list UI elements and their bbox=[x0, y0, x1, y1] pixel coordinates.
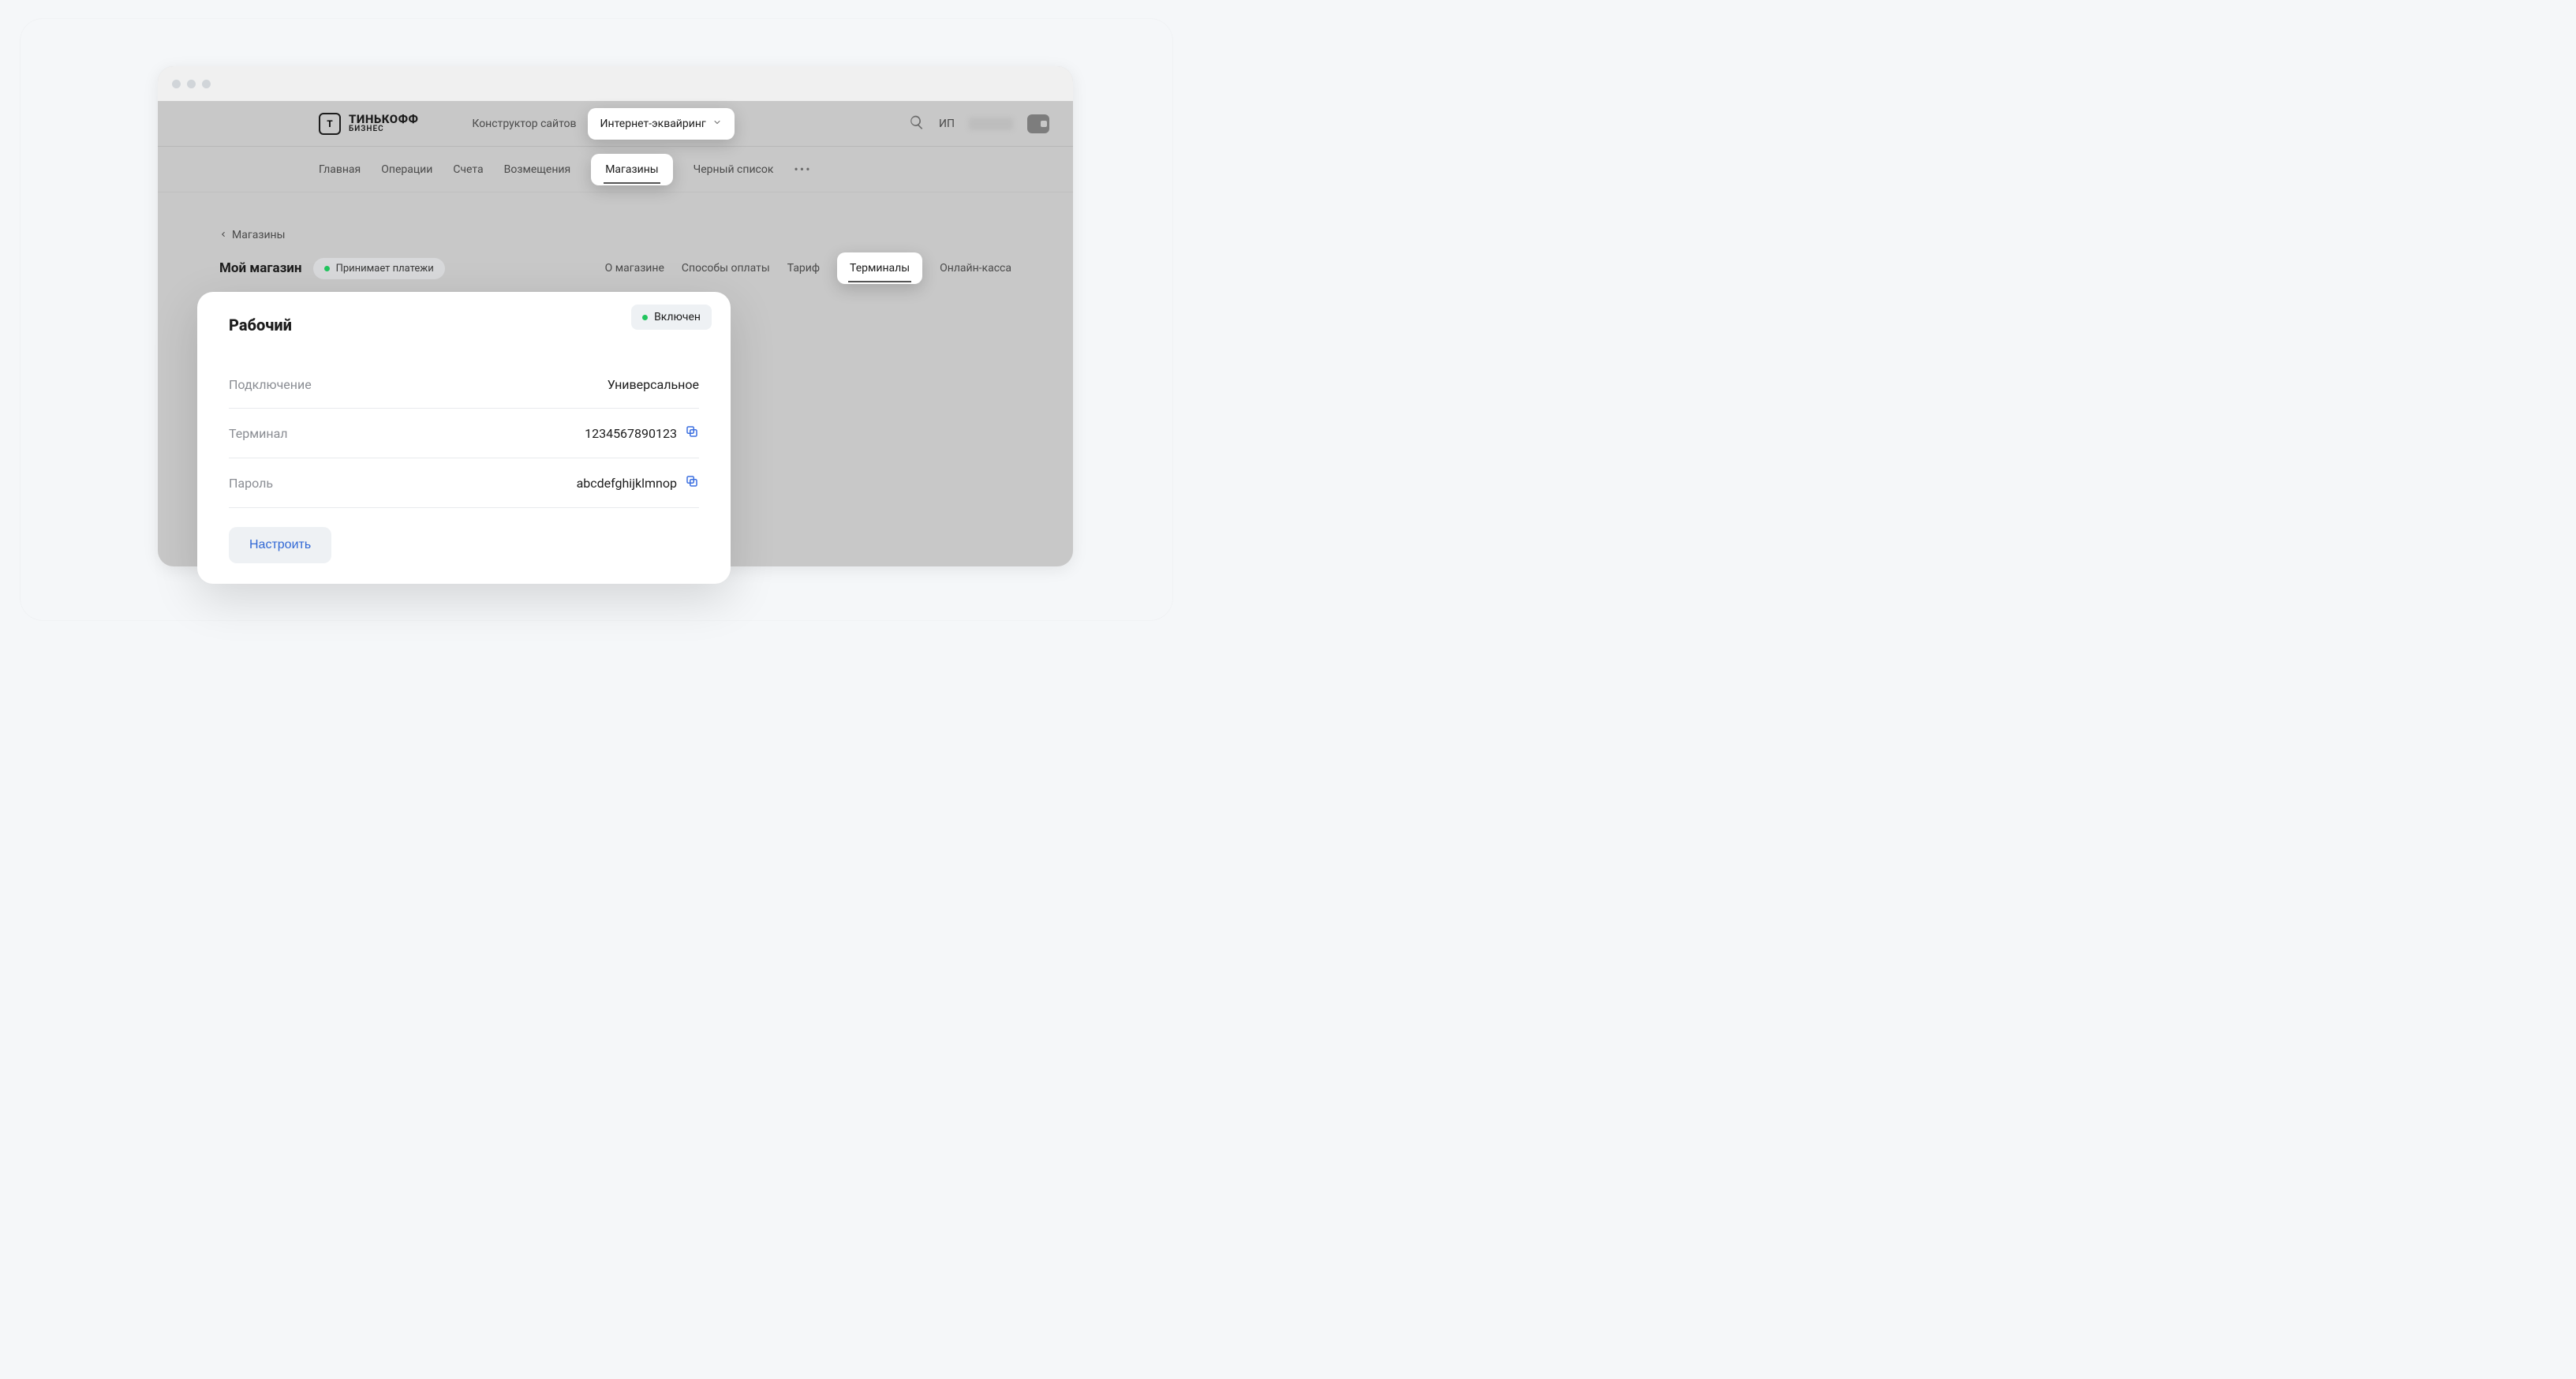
nav-acquiring-dropdown[interactable]: Интернет-эквайринг bbox=[588, 108, 735, 140]
subnav-accounts[interactable]: Счета bbox=[453, 163, 483, 176]
copy-password-icon[interactable] bbox=[685, 474, 699, 491]
status-dot-icon bbox=[324, 266, 330, 271]
connection-label: Подключение bbox=[229, 377, 312, 392]
terminal-card-title: Рабочий bbox=[229, 316, 699, 334]
topbar: Т ТИНЬКОФФ БИЗНЕС Конструктор сайтов Инт… bbox=[158, 101, 1073, 147]
user-prefix: ИП bbox=[939, 118, 955, 130]
subnav-operations[interactable]: Операции bbox=[381, 163, 432, 176]
tab-terminals[interactable]: Терминалы bbox=[837, 252, 922, 284]
logo-text: ТИНЬКОФФ БИЗНЕС bbox=[349, 114, 418, 133]
window-close-dot[interactable] bbox=[172, 80, 181, 88]
connection-value: Универсальное bbox=[608, 377, 699, 392]
topbar-right: ИП bbox=[909, 114, 1049, 133]
terminal-label: Терминал bbox=[229, 426, 288, 441]
tab-payment-methods[interactable]: Способы оплаты bbox=[682, 262, 770, 275]
store-status-label: Принимает платежи bbox=[336, 263, 434, 275]
window-minimize-dot[interactable] bbox=[187, 80, 196, 88]
store-header-row: Мой магазин Принимает платежи О магазине… bbox=[219, 252, 1011, 284]
wallet-icon[interactable] bbox=[1027, 114, 1049, 133]
content-area: Магазины Мой магазин Принимает платежи О… bbox=[158, 192, 1073, 284]
copy-terminal-icon[interactable] bbox=[685, 424, 699, 442]
subnav-more-icon[interactable]: ••• bbox=[794, 162, 811, 177]
tab-online-cashier[interactable]: Онлайн-касса bbox=[940, 262, 1011, 275]
store-status-chip: Принимает платежи bbox=[313, 258, 445, 279]
primary-nav: Конструктор сайтов Интернет-эквайринг bbox=[465, 108, 734, 140]
subnav-blacklist[interactable]: Черный список bbox=[694, 163, 774, 176]
page-frame: Т ТИНЬКОФФ БИЗНЕС Конструктор сайтов Инт… bbox=[21, 19, 1172, 620]
field-password: Пароль abcdefghijklmnop bbox=[229, 458, 699, 508]
user-name-redacted bbox=[969, 118, 1013, 130]
search-icon[interactable] bbox=[909, 114, 925, 133]
app-area: Т ТИНЬКОФФ БИЗНЕС Конструктор сайтов Инт… bbox=[158, 101, 1073, 284]
window-titlebar bbox=[158, 66, 1073, 101]
store-tabs: О магазине Способы оплаты Тариф Терминал… bbox=[605, 252, 1011, 284]
logo-line2: БИЗНЕС bbox=[349, 125, 418, 133]
subnav-main[interactable]: Главная bbox=[319, 163, 361, 176]
chevron-left-icon bbox=[219, 229, 227, 241]
tab-tariff[interactable]: Тариф bbox=[787, 262, 820, 275]
breadcrumb-label: Магазины bbox=[232, 229, 285, 241]
terminal-status-badge: Включен bbox=[631, 305, 712, 330]
chevron-down-icon bbox=[712, 118, 722, 130]
window-maximize-dot[interactable] bbox=[202, 80, 211, 88]
logo[interactable]: Т ТИНЬКОФФ БИЗНЕС bbox=[319, 113, 418, 135]
status-dot-icon bbox=[642, 315, 648, 320]
tab-about[interactable]: О магазине bbox=[605, 262, 664, 275]
terminal-card: Включен Рабочий Подключение Универсально… bbox=[197, 292, 731, 584]
field-connection: Подключение Универсальное bbox=[229, 361, 699, 409]
nav-site-builder[interactable]: Конструктор сайтов bbox=[465, 118, 582, 130]
terminal-status-label: Включен bbox=[654, 311, 701, 323]
terminal-value: 1234567890123 bbox=[585, 426, 677, 441]
logo-shield-icon: Т bbox=[319, 113, 341, 135]
password-label: Пароль bbox=[229, 476, 273, 491]
configure-button[interactable]: Настроить bbox=[229, 527, 331, 563]
password-value: abcdefghijklmnop bbox=[577, 476, 677, 491]
logo-line1: ТИНЬКОФФ bbox=[349, 114, 418, 125]
subnav-stores[interactable]: Магазины bbox=[591, 154, 672, 185]
field-terminal: Терминал 1234567890123 bbox=[229, 409, 699, 458]
subnav-refunds[interactable]: Возмещения bbox=[504, 163, 571, 176]
store-title: Мой магазин bbox=[219, 260, 302, 276]
subnav: Главная Операции Счета Возмещения Магази… bbox=[158, 147, 1073, 192]
breadcrumb[interactable]: Магазины bbox=[219, 229, 1011, 241]
nav-acquiring-label: Интернет-эквайринг bbox=[600, 118, 706, 130]
